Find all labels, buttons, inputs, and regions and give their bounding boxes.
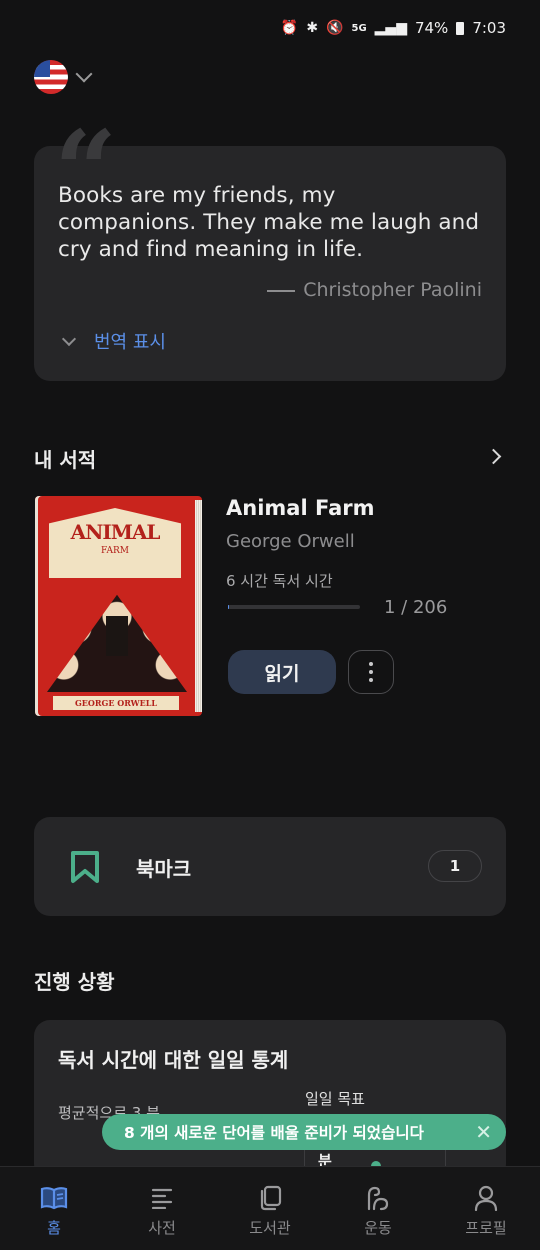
quote-card: “ Books are my friends, my companions. T…: [34, 116, 506, 381]
daily-goal-label: 일일 목표: [305, 1090, 365, 1108]
nav-label-home: 홈: [47, 1219, 61, 1237]
show-translation-toggle[interactable]: 번역 표시: [60, 328, 166, 354]
us-flag-icon: [34, 60, 68, 94]
clock: 7:03: [472, 19, 506, 37]
bookmarks-card[interactable]: 북마크 1: [34, 817, 506, 916]
bookmarks-label: 북마크: [136, 857, 192, 881]
page-count: 1 / 206: [384, 597, 448, 618]
chevron-down-icon: [75, 65, 93, 83]
more-options-button[interactable]: [348, 650, 394, 694]
bookmarks-count-badge: 1: [428, 850, 482, 882]
book-title[interactable]: Animal Farm: [226, 496, 375, 520]
nav-item-exercise[interactable]: 운동: [324, 1167, 432, 1250]
bluetooth-icon: ✱: [306, 20, 319, 36]
quote-author-name: Christopher Paolini: [303, 279, 482, 301]
battery-icon: [456, 21, 465, 35]
nav-label-exercise: 운동: [364, 1219, 392, 1237]
reading-time: 6 시간 독서 시간: [226, 572, 333, 590]
quote-text: Books are my friends, my companions. The…: [58, 183, 480, 262]
daily-stats-card: 독서 시간에 대한 일일 통계 평균적으로 3 분 일일 목표 분: [34, 1020, 506, 1180]
mute-icon: 🔇: [326, 20, 344, 36]
reading-progress-bar: [228, 605, 360, 609]
book-open-icon: [40, 1185, 68, 1211]
dot: [369, 678, 373, 682]
progress-section-title: 진행 상황: [34, 970, 115, 994]
new-words-toast[interactable]: 8 개의 새로운 단어를 배울 준비가 되었습니다 ✕: [102, 1114, 506, 1150]
muscle-icon: [364, 1185, 392, 1211]
book-author: George Orwell: [226, 531, 355, 552]
daily-stats-title: 독서 시간에 대한 일일 통계: [58, 1048, 289, 1072]
network-label: 5G: [351, 22, 367, 34]
language-selector[interactable]: [34, 60, 93, 94]
show-translation-label: 번역 표시: [94, 332, 166, 353]
windmill-icon: [106, 616, 128, 656]
nav-item-profile[interactable]: 프로필: [432, 1167, 540, 1250]
battery-percent: 74%: [414, 19, 449, 37]
book-cover[interactable]: ANIMAL FARM GEORGE ORWELL: [35, 496, 202, 716]
close-icon[interactable]: ✕: [475, 1122, 492, 1142]
nav-label-profile: 프로필: [465, 1219, 507, 1237]
read-button[interactable]: 읽기: [228, 650, 336, 694]
toast-message: 8 개의 새로운 단어를 배울 준비가 되었습니다: [124, 1124, 424, 1142]
profile-icon: [472, 1185, 500, 1211]
cover-title: ANIMAL: [70, 520, 161, 544]
reading-progress-fill: [228, 605, 229, 609]
nav-item-dictionary[interactable]: 사전: [108, 1167, 216, 1250]
cover-subtitle: FARM: [101, 546, 129, 556]
my-books-title: 내 서적: [34, 448, 97, 472]
signal-icon: ▂▄▆: [374, 20, 407, 36]
nav-label-library: 도서관: [249, 1219, 291, 1237]
chevron-right-icon[interactable]: [485, 448, 502, 465]
cover-author: GEORGE ORWELL: [53, 696, 179, 710]
list-icon: [148, 1185, 176, 1211]
alarm-icon: ⏰: [280, 20, 299, 36]
dot: [369, 662, 373, 666]
dot: [369, 670, 373, 674]
library-icon: [256, 1185, 284, 1211]
status-bar: ⏰ ✱ 🔇 5G ▂▄▆ 74% 7:03: [0, 0, 540, 56]
nav-item-library[interactable]: 도서관: [216, 1167, 324, 1250]
chevron-down-icon: [61, 331, 77, 346]
nav-item-home[interactable]: 홈: [0, 1167, 108, 1250]
bookmark-icon: [71, 851, 99, 883]
bottom-navigation: 홈 사전 도서관 운동 프로필: [0, 1166, 540, 1250]
nav-label-dictionary: 사전: [148, 1219, 176, 1237]
quote-author: Christopher Paolini: [267, 279, 482, 301]
